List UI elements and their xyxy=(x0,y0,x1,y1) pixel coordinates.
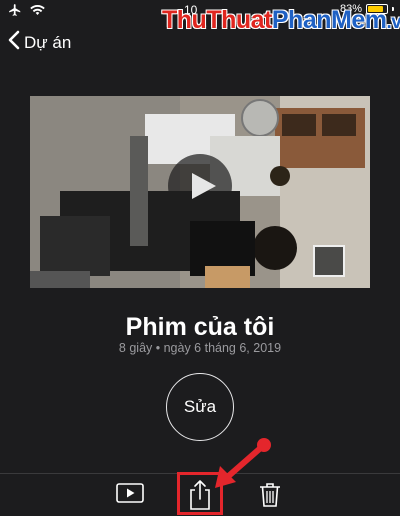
play-icon xyxy=(116,483,144,503)
play-button[interactable] xyxy=(116,482,144,509)
play-video-button[interactable] xyxy=(168,154,232,218)
project-meta: 8 giây • ngày 6 tháng 6, 2019 xyxy=(118,341,282,355)
video-thumbnail[interactable] xyxy=(30,96,370,288)
back-label: Dự án xyxy=(24,32,72,52)
airplane-icon xyxy=(8,3,22,17)
status-left xyxy=(8,3,45,17)
arrow-annotation-icon xyxy=(215,438,271,488)
back-button[interactable]: Dự án xyxy=(8,30,71,55)
edit-button[interactable]: Sửa xyxy=(166,373,234,441)
nav-bar: Dự án xyxy=(0,26,400,58)
project-title: Phim của tôi xyxy=(125,313,275,341)
chevron-left-icon xyxy=(8,30,20,55)
wifi-icon xyxy=(30,4,45,16)
play-icon xyxy=(192,173,216,199)
edit-label: Sửa xyxy=(183,397,217,416)
